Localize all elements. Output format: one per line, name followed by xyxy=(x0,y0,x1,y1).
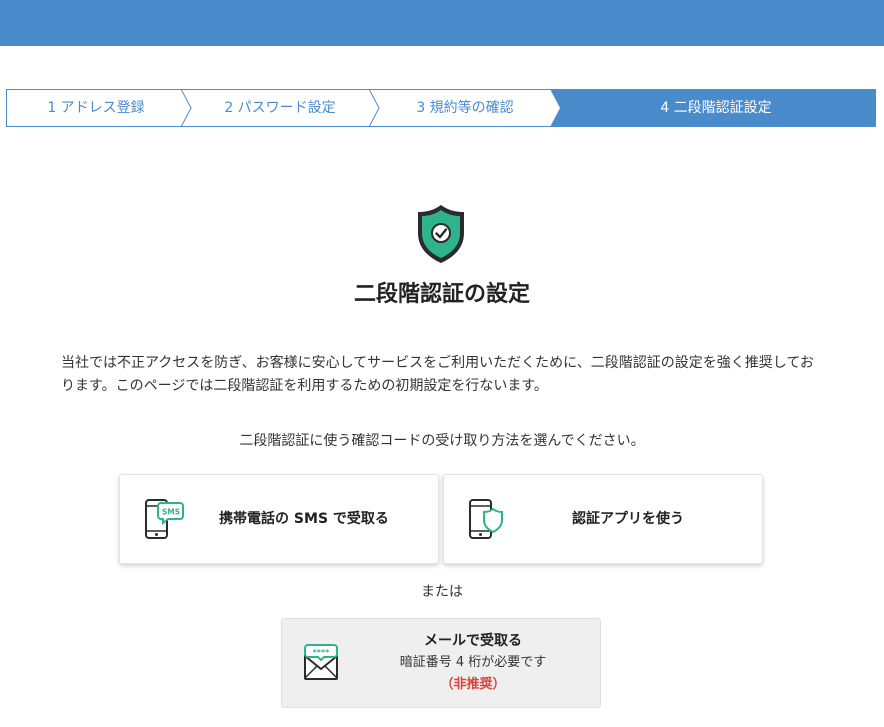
email-option-text: メールで受取る 暗証番号 4 桁が必要です （非推奨） xyxy=(352,630,594,696)
phone-sms-icon: SMS xyxy=(145,499,184,539)
sms-icon-text: SMS xyxy=(162,508,180,517)
or-separator-text: または xyxy=(421,584,463,600)
mail-icon-badge: **** xyxy=(313,648,331,657)
email-option-title: メールで受取る xyxy=(424,633,522,649)
sms-option-label: 携帯電話の SMS で受取る xyxy=(219,511,389,527)
email-option-note: 暗証番号 4 桁が必要です xyxy=(399,655,547,670)
step-terms-confirmation: 3 規約等の確認 xyxy=(416,100,514,116)
shield-check-icon xyxy=(418,205,464,263)
step-two-factor-setting: 4 二段階認証設定 xyxy=(660,100,772,116)
intro-line-2: ります。このページでは二段階認証を利用するための初期設定を行ないます。 xyxy=(61,378,548,394)
email-option-warning: （非推奨） xyxy=(440,677,506,692)
page-title: 二段階認証の設定 xyxy=(353,282,530,307)
auth-app-option-button[interactable]: 認証アプリを使う xyxy=(443,474,763,564)
step-address-registration: 1 アドレス登録 xyxy=(47,100,145,116)
auth-app-option-label: 認証アプリを使う xyxy=(572,511,684,527)
progress-steps: 1 アドレス登録 2 パスワード設定 3 規約等の確認 4 二段階認証設定 xyxy=(6,89,876,127)
mail-icon: **** xyxy=(304,644,338,680)
intro-paragraph: 当社では不正アクセスを防ぎ、お客様に安心してサービスをご利用いただくために、二段… xyxy=(61,352,841,398)
step-password-setting: 2 パスワード設定 xyxy=(224,100,336,116)
instruction-text: 二段階認証に使う確認コードの受け取り方法を選んでください。 xyxy=(239,433,645,449)
sms-option-button[interactable]: SMS 携帯電話の SMS で受取る xyxy=(119,474,439,564)
phone-shield-icon xyxy=(469,499,503,539)
intro-line-1: 当社では不正アクセスを防ぎ、お客様に安心してサービスをご利用いただくために、二段… xyxy=(61,355,814,371)
email-option-button[interactable]: **** メールで受取る 暗証番号 4 桁が必要です （非推奨） xyxy=(281,618,601,708)
top-header-bar xyxy=(0,0,884,46)
